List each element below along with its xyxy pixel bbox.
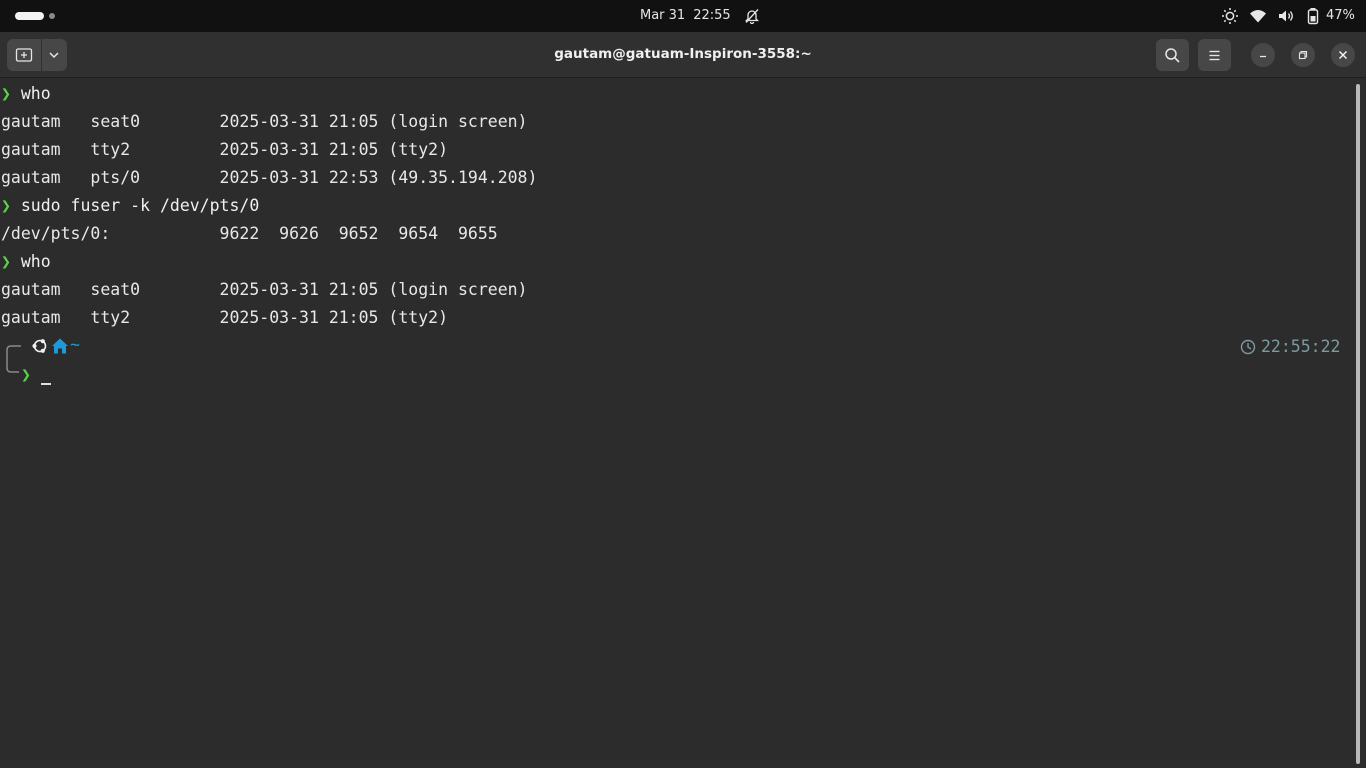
terminal-line: gautam seat0 2025-03-31 21:05 (login scr… <box>1 112 528 131</box>
clock-icon <box>1240 339 1256 355</box>
terminal-line: gautam seat0 2025-03-31 21:05 (login scr… <box>1 280 528 299</box>
notifications-off-icon <box>744 9 760 25</box>
hamburger-menu-icon <box>1209 50 1220 61</box>
time-label: 22:55 <box>693 8 731 23</box>
prompt-arrow: ❯ <box>1 84 11 103</box>
battery-icon[interactable] <box>1307 7 1319 25</box>
terminal-line: ❯ who <box>1 80 51 108</box>
clock[interactable]: Mar 31 22:55 <box>640 8 731 23</box>
ubuntu-logo-icon <box>32 339 47 353</box>
search-button[interactable] <box>1156 39 1189 71</box>
terminal-line: /dev/pts/0: 9622 9626 9652 9654 9655 <box>1 224 498 243</box>
home-icon <box>52 338 68 354</box>
prompt-arrow: ❯ <box>1 252 11 271</box>
command-text: who <box>20 84 51 103</box>
maximize-button[interactable] <box>1291 43 1315 67</box>
minimize-icon <box>1260 55 1266 58</box>
main-menu-button[interactable] <box>1198 39 1231 71</box>
terminal-line: ❯ who <box>1 248 51 276</box>
date-label: Mar 31 <box>640 8 686 23</box>
terminal-line: gautam tty2 2025-03-31 21:05 (tty2) <box>1 140 449 159</box>
brightness-icon[interactable] <box>1221 7 1239 25</box>
prompt-time-text: 22:55:22 <box>1261 337 1341 356</box>
wifi-icon[interactable] <box>1249 7 1267 25</box>
terminal-line: gautam tty2 2025-03-31 21:05 (tty2) <box>1 308 449 327</box>
close-icon <box>1338 50 1348 60</box>
terminal-line: gautam pts/0 2025-03-31 22:53 (49.35.194… <box>1 168 538 187</box>
workspace-indicator[interactable] <box>49 13 55 19</box>
volume-icon[interactable] <box>1277 7 1295 25</box>
terminal-view[interactable]: ❯ who gautam seat0 2025-03-31 21:05 (log… <box>0 80 1356 768</box>
command-text: sudo fuser -k /dev/pts/0 <box>20 196 260 215</box>
command-text: who <box>20 252 51 271</box>
text-cursor <box>41 383 51 385</box>
prompt-arrow: ❯ <box>1 196 11 215</box>
prompt-time: 22:55:22 <box>1240 335 1340 359</box>
workspace-indicator-active[interactable] <box>15 12 44 20</box>
prompt-directory: ~ <box>70 335 80 354</box>
search-icon <box>1165 48 1180 63</box>
close-button[interactable] <box>1331 43 1355 67</box>
battery-percent: 47% <box>1326 8 1355 23</box>
terminal-headerbar: gautam@gatuam-Inspiron-3558:~ <box>0 32 1366 78</box>
minimize-button[interactable] <box>1251 43 1275 67</box>
prompt-arrow: ❯ <box>21 365 31 384</box>
terminal-line: ❯ sudo fuser -k /dev/pts/0 <box>1 192 259 220</box>
top-bar: Mar 31 22:55 47% <box>0 0 1366 32</box>
scrollbar[interactable] <box>1356 84 1360 764</box>
restore-icon <box>1298 50 1308 60</box>
